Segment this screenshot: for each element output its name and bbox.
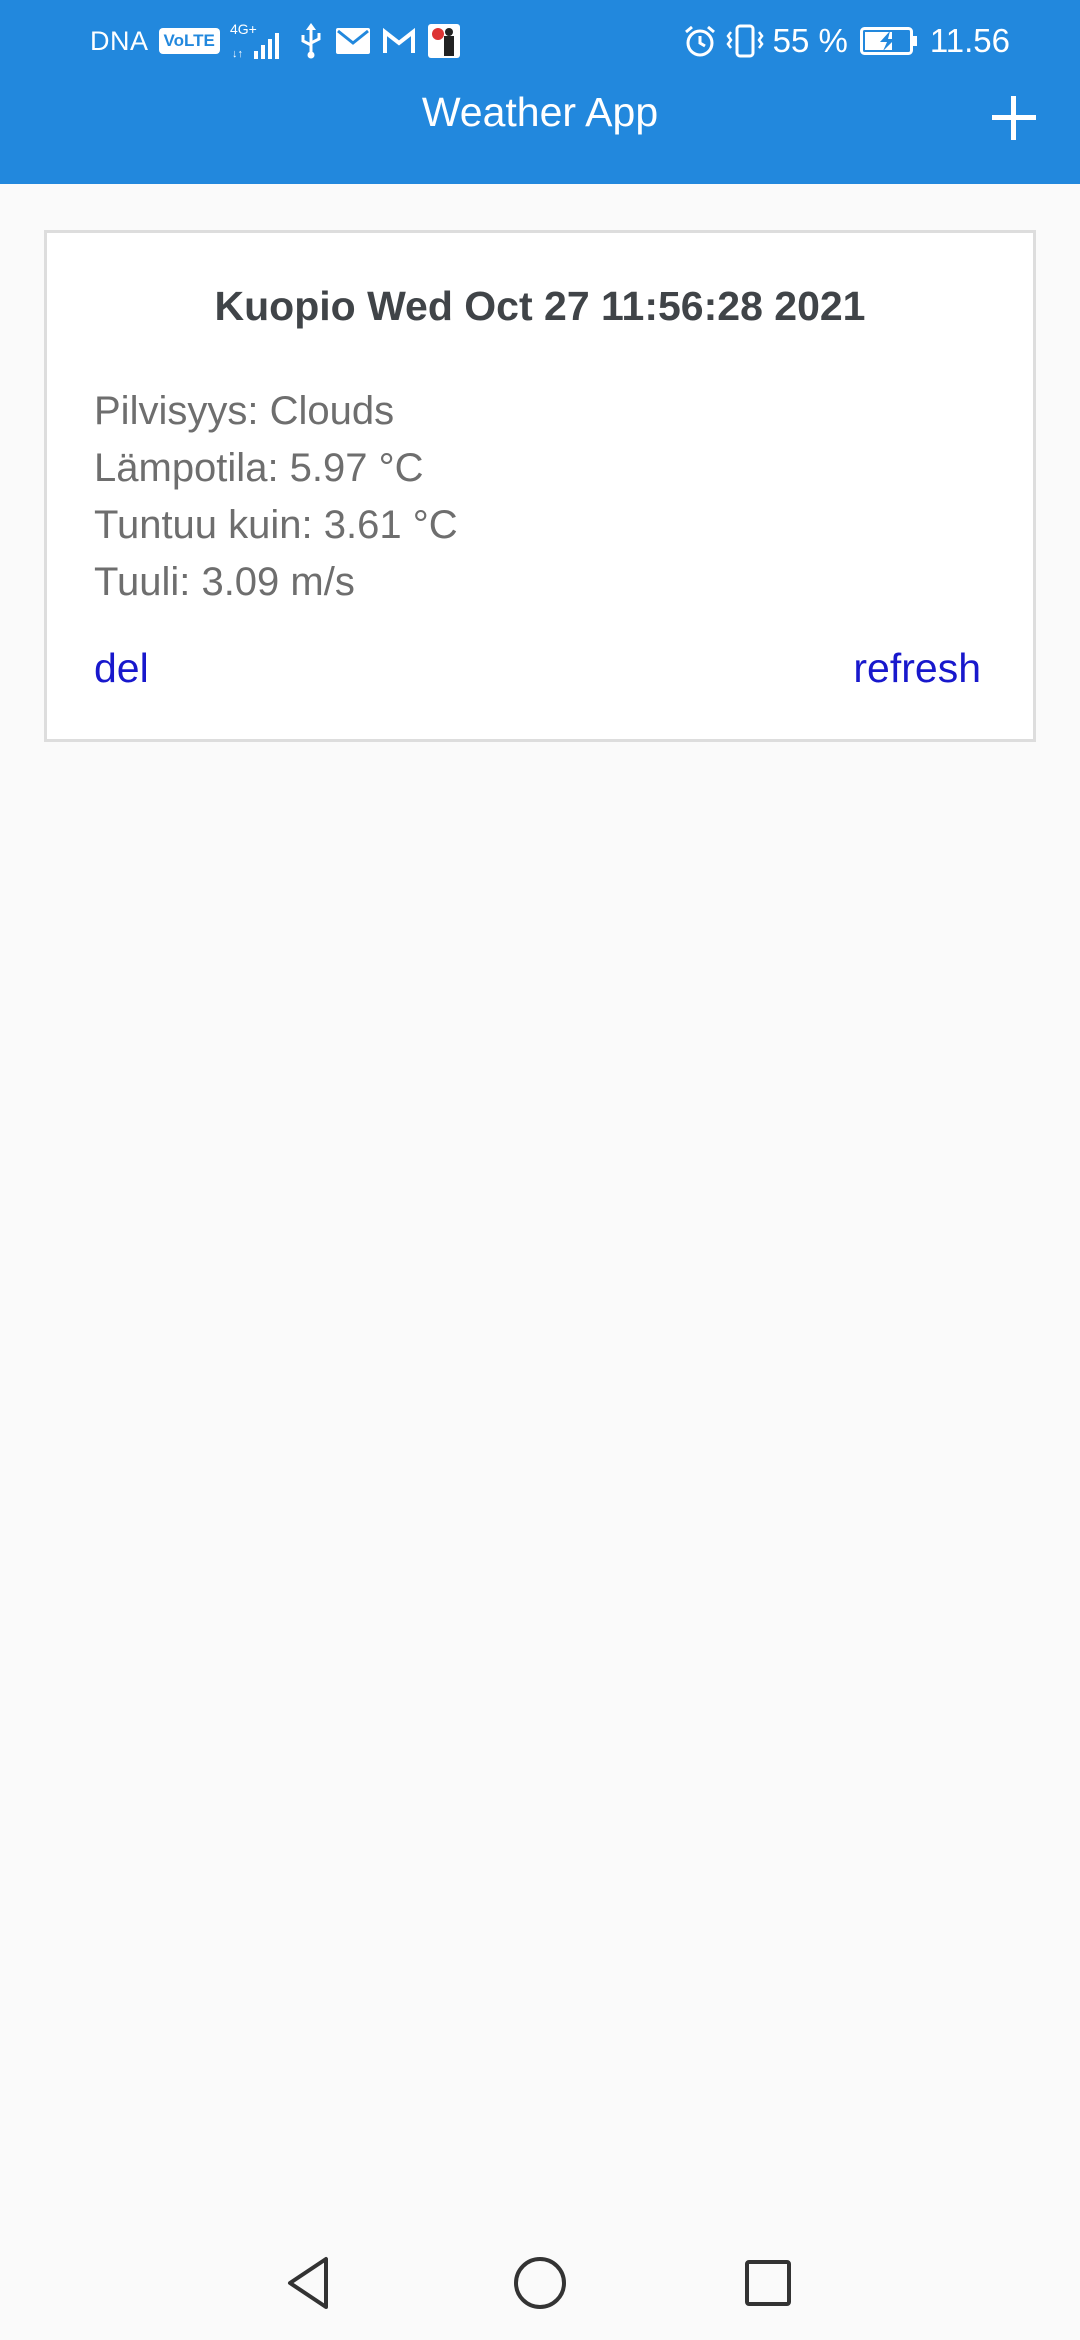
- status-right: 55 % 11.56: [683, 18, 1010, 64]
- card-title: Kuopio Wed Oct 27 11:56:28 2021: [214, 283, 866, 329]
- recents-icon: [745, 2260, 791, 2306]
- alarm-icon: [683, 24, 717, 58]
- svg-text:↓↑: ↓↑: [232, 48, 243, 60]
- card-actions: del refresh: [94, 645, 981, 692]
- vibrate-icon: [725, 24, 765, 58]
- home-icon: [514, 2257, 566, 2309]
- back-button[interactable]: [280, 2253, 340, 2313]
- clock: 11.56: [929, 22, 1010, 59]
- recents-button[interactable]: [738, 2253, 798, 2313]
- app-title: Weather App: [421, 89, 659, 135]
- cloudiness-line: Pilvisyys: Clouds: [94, 389, 395, 433]
- weather-card: Kuopio Wed Oct 27 11:56:28 2021 Pilvisyy…: [44, 230, 1036, 742]
- refresh-link[interactable]: refresh: [853, 645, 981, 692]
- feels-like-line: Tuntuu kuin: 3.61 °C: [94, 503, 458, 547]
- battery-charging-icon: [859, 27, 918, 55]
- plus-icon: [992, 96, 1036, 140]
- temperature-line: Lämpotila: 5.97 °C: [94, 446, 424, 490]
- add-city-button[interactable]: [990, 94, 1038, 142]
- volte-badge: VoLTE: [158, 28, 220, 54]
- navigation-bar: [0, 2220, 1080, 2340]
- app-notification-icon: [427, 24, 460, 58]
- back-icon: [288, 2257, 328, 2309]
- weather-details: Pilvisyys: Clouds Lämpotila: 5.97 °C Tun…: [94, 383, 458, 611]
- mail-icon: [335, 28, 370, 54]
- battery-percent: 55 %: [772, 22, 848, 59]
- home-button[interactable]: [510, 2253, 570, 2313]
- usb-icon: [298, 23, 324, 59]
- wind-line: Tuuli: 3.09 m/s: [94, 560, 355, 604]
- carrier-label: DNA: [90, 25, 149, 56]
- gmail-icon: [382, 28, 416, 54]
- signal-icon: 4G+ ↓↑: [230, 21, 286, 61]
- network-type-label: 4G+: [230, 21, 257, 37]
- delete-link[interactable]: del: [94, 645, 149, 692]
- status-bar: DNA VoLTE 4G+ ↓↑ 55 % 11.56: [0, 0, 1080, 80]
- app-bar: DNA VoLTE 4G+ ↓↑ 55 % 11.56 Weather App: [0, 0, 1080, 184]
- status-left: DNA VoLTE 4G+ ↓↑: [90, 18, 472, 64]
